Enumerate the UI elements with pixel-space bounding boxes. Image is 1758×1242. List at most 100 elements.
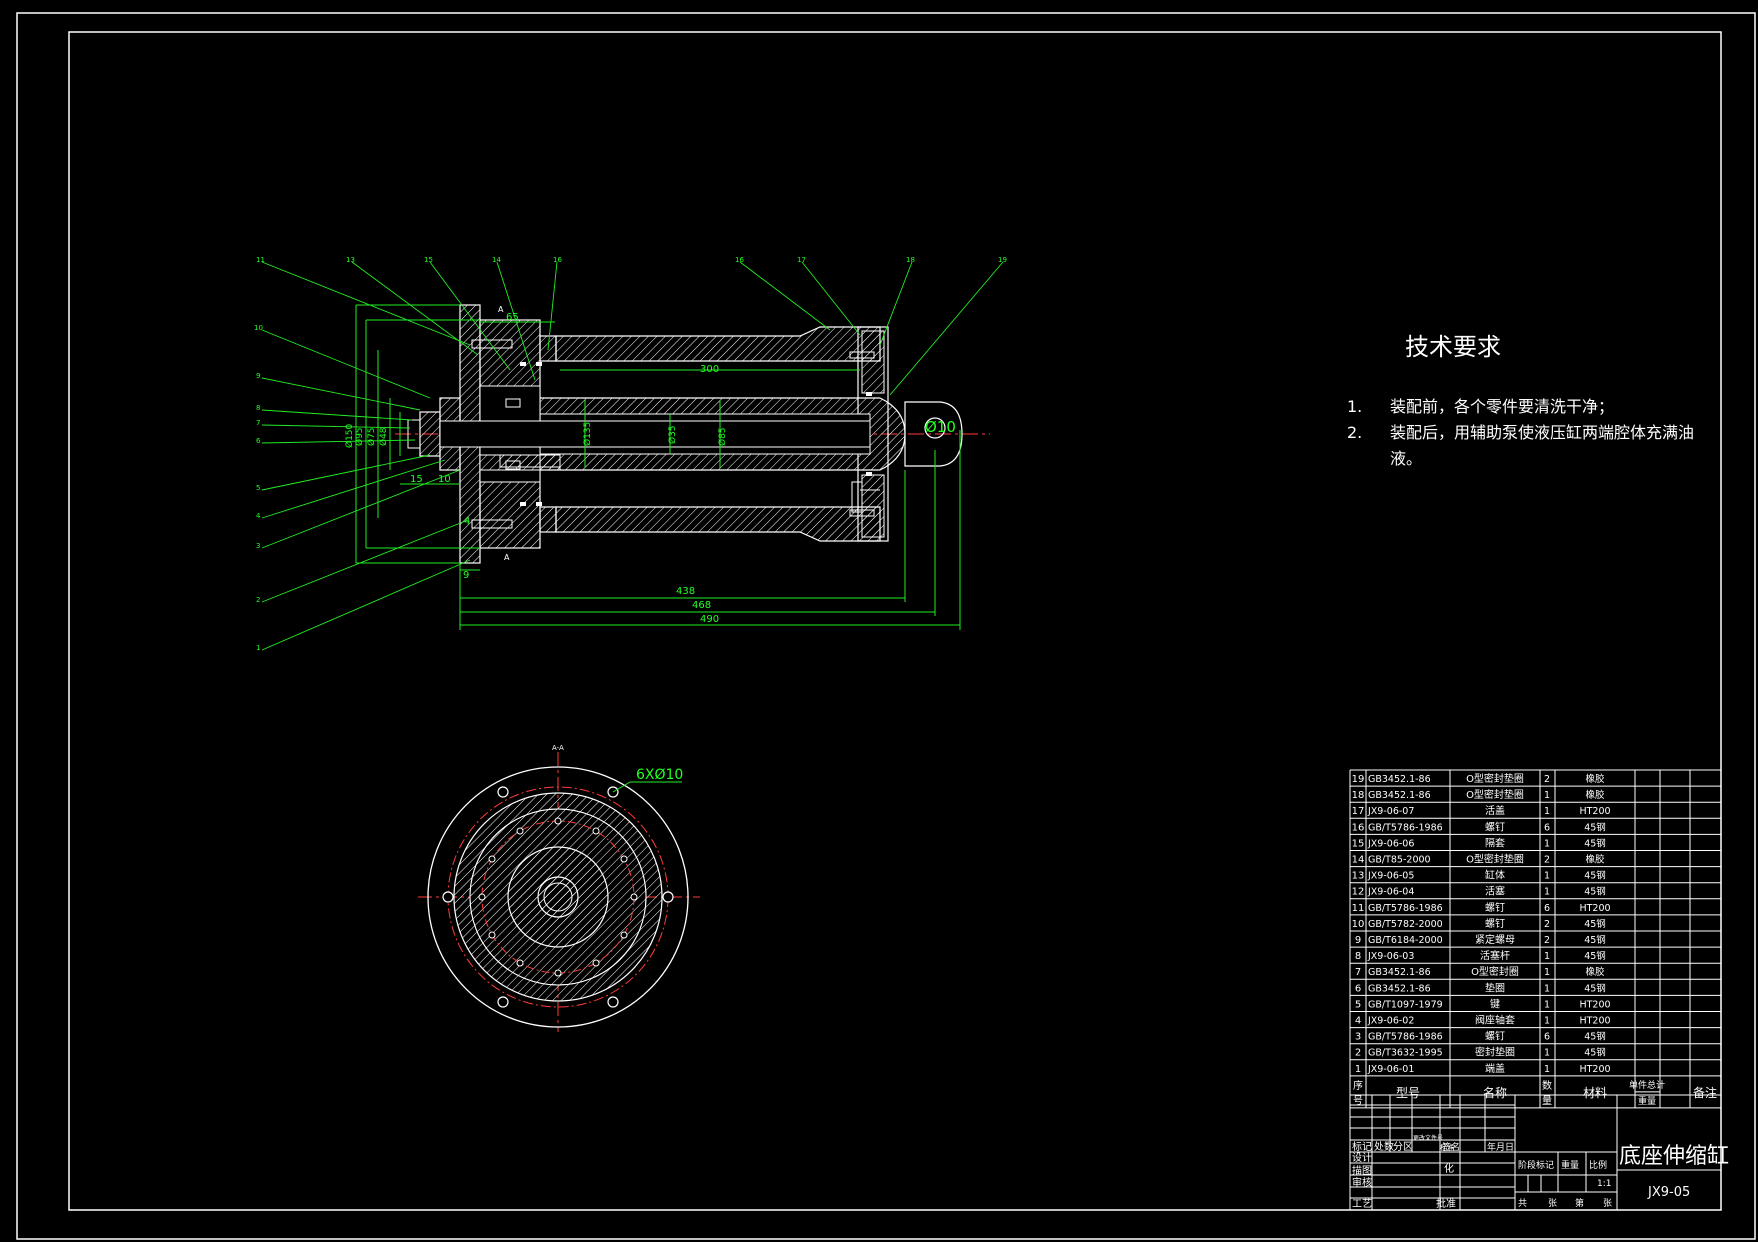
leader-5: 5 xyxy=(256,484,260,492)
tech-requirements: 技术要求 1. 装配前，各个零件要清洗干净； 2. 装配后，用辅助泵使液压缸两端… xyxy=(1347,333,1694,468)
leader-10: 10 xyxy=(254,324,263,332)
bom-row-name: O型密封垫圈 xyxy=(1466,788,1524,801)
leader-8: 8 xyxy=(256,404,260,412)
tb-gong: 共 xyxy=(1518,1198,1527,1209)
leader-7: 7 xyxy=(256,419,260,427)
leader-17: 17 xyxy=(797,256,806,264)
leader-16b: 16 xyxy=(735,256,744,264)
bom-row-mat: HT200 xyxy=(1579,1016,1610,1027)
dim-15: 15 xyxy=(410,474,423,485)
tb-chushu: 处数 xyxy=(1374,1140,1394,1153)
bom-row-code: JX9-06-01 xyxy=(1367,1064,1414,1075)
tb-di: 第 xyxy=(1575,1197,1584,1209)
dim-468: 468 xyxy=(692,600,711,611)
bom-row-code: GB/T5786-1986 xyxy=(1368,822,1443,833)
bom-row-code: GB/T85-2000 xyxy=(1368,855,1431,866)
main-section-view: 11 13 15 14 16 16 17 18 19 10 9 8 7 6 5 … xyxy=(254,256,1007,652)
bom-row-mat: 橡胶 xyxy=(1585,966,1605,978)
bom-row-mat: 45钢 xyxy=(1584,886,1606,898)
bom-h-w1: 单件总计 xyxy=(1629,1079,1665,1091)
bom-row-code: JX9-06-02 xyxy=(1367,1016,1414,1027)
bom-row-qty: 6 xyxy=(1544,822,1550,833)
bom-row-mat: 橡胶 xyxy=(1585,789,1605,801)
bom-row-name: 端盖 xyxy=(1485,1062,1505,1075)
cad-drawing: 11 13 15 14 16 16 17 18 19 10 9 8 7 6 5 … xyxy=(16,12,1756,1240)
bom-h-w2: 重量 xyxy=(1638,1095,1656,1107)
dim-490: 490 xyxy=(700,614,719,625)
bom-row-qty: 1 xyxy=(1544,1064,1550,1075)
tb-biaoji: 标记 xyxy=(1352,1141,1372,1153)
bom-row-code: GB3452.1-86 xyxy=(1368,983,1431,994)
bom-row-mat: 橡胶 xyxy=(1585,854,1605,866)
tb-fenqu: 分区 xyxy=(1393,1141,1413,1153)
bom-row-code: GB3452.1-86 xyxy=(1368,790,1431,801)
leader-1: 1 xyxy=(256,644,260,652)
bom-row-no: 11 xyxy=(1352,903,1365,914)
bom-row-name: 螺钉 xyxy=(1485,902,1505,914)
bom-row-name: O型密封垫圈 xyxy=(1466,772,1524,785)
bom-row-no: 15 xyxy=(1352,838,1365,849)
bom-row-name: 螺钉 xyxy=(1485,918,1505,930)
bom-row-no: 6 xyxy=(1355,983,1361,994)
dim-phi-a: Ø135 xyxy=(582,422,593,446)
bom-row-no: 1 xyxy=(1355,1064,1361,1075)
dim-10: 10 xyxy=(438,474,451,485)
bom-row-no: 7 xyxy=(1355,967,1361,978)
leader-18: 18 xyxy=(906,256,915,264)
tb-biaozhun: 标准 xyxy=(1440,1143,1454,1152)
bom-row-code: GB/T1097-1979 xyxy=(1368,999,1443,1010)
tb-scale: 1:1 xyxy=(1597,1179,1611,1189)
tech-item-2-num: 2. xyxy=(1347,423,1362,442)
tb-zhang1: 张 xyxy=(1548,1198,1557,1209)
bom-row-mat: 45钢 xyxy=(1584,1047,1606,1059)
leader-4: 4 xyxy=(256,512,261,520)
bom-row-no: 18 xyxy=(1352,790,1365,801)
leader-2: 2 xyxy=(256,596,260,604)
bom-row-name: O型密封圈 xyxy=(1471,965,1519,978)
bom-row-mat: HT200 xyxy=(1579,1064,1610,1075)
bom-row-no: 2 xyxy=(1355,1048,1361,1059)
bom-row-name: 活盖 xyxy=(1485,804,1505,817)
bom-row-no: 9 xyxy=(1355,935,1361,946)
bom-row-no: 10 xyxy=(1352,919,1365,930)
bom-row-no: 13 xyxy=(1352,871,1365,882)
bom-h-note: 备注 xyxy=(1693,1085,1717,1100)
bom-row-qty: 1 xyxy=(1544,983,1550,994)
dim-phi-g: Ø48 xyxy=(378,427,389,446)
dim-phi-e: Ø95 xyxy=(354,427,365,446)
bom-row-qty: 2 xyxy=(1544,774,1550,785)
section-mark-bottom: A xyxy=(504,553,510,562)
leader-9: 9 xyxy=(256,372,260,380)
tb-zhang2: 张 xyxy=(1603,1198,1612,1209)
bom-row-qty: 1 xyxy=(1544,887,1550,898)
bom-row-code: JX9-06-05 xyxy=(1367,871,1414,882)
tech-item-3-text: 液。 xyxy=(1390,449,1422,468)
tech-item-1-text: 装配前，各个零件要清洗干净； xyxy=(1390,397,1614,416)
bom-row-qty: 2 xyxy=(1544,935,1550,946)
leader-16a: 16 xyxy=(553,256,562,264)
leader-19: 19 xyxy=(998,256,1007,264)
bom-row-qty: 1 xyxy=(1544,871,1550,882)
bom-row-code: JX9-06-03 xyxy=(1367,951,1414,962)
leader-15: 15 xyxy=(424,256,433,264)
dim-65: 65 xyxy=(506,312,519,323)
leader-13: 13 xyxy=(346,256,355,264)
bom-row-qty: 1 xyxy=(1544,999,1550,1010)
bom-row-mat: 45钢 xyxy=(1584,821,1606,833)
bom-row-qty: 1 xyxy=(1544,806,1550,817)
bom-row-mat: 45钢 xyxy=(1584,837,1606,849)
bom-row-qty: 1 xyxy=(1544,967,1550,978)
bom-row-name: 螺钉 xyxy=(1485,1031,1505,1043)
dim-phi-d: Ø150 xyxy=(344,423,355,448)
bom-row-name: O型密封垫圈 xyxy=(1466,853,1524,866)
tb-jiaotu: 描图 xyxy=(1352,1164,1372,1177)
bom-row-code: GB/T5782-2000 xyxy=(1368,919,1443,930)
bom-row-qty: 6 xyxy=(1544,1032,1550,1043)
bom-row-name: 活塞杆 xyxy=(1480,949,1510,962)
bom-row-mat: 45钢 xyxy=(1584,982,1606,994)
bom-row-mat: 45钢 xyxy=(1584,1031,1606,1043)
bom-row-no: 12 xyxy=(1352,887,1365,898)
bom-row-name: 垫圈 xyxy=(1485,981,1505,994)
bom-row-mat: HT200 xyxy=(1579,999,1610,1010)
dim-phi-f: Ø75 xyxy=(366,427,377,446)
